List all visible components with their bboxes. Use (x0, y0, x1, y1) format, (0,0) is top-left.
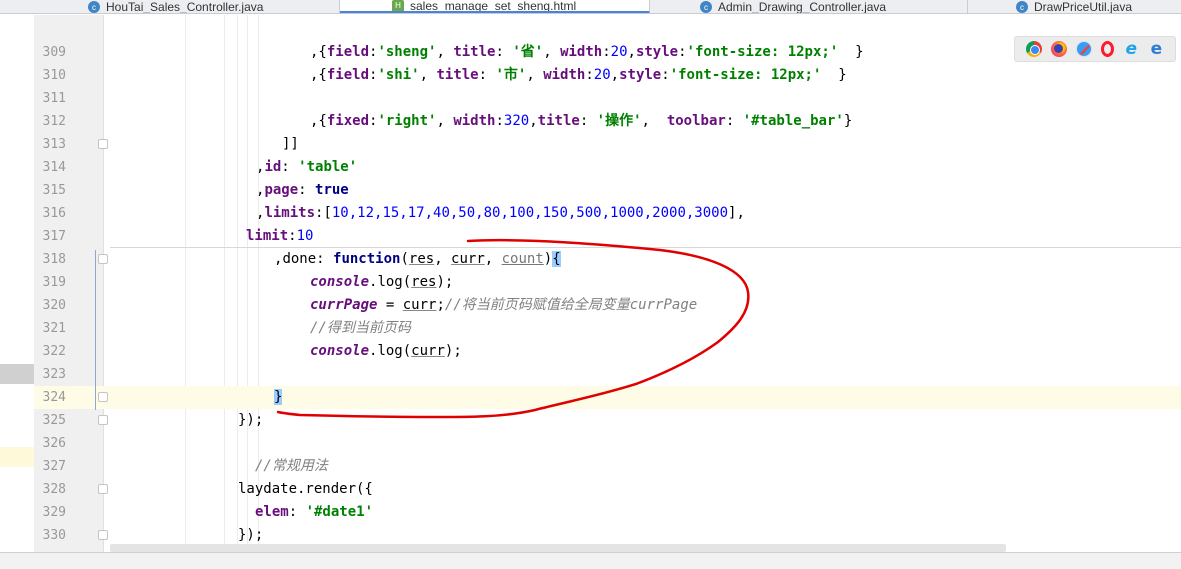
safari-icon[interactable] (1075, 41, 1092, 57)
firefox-icon[interactable] (1050, 41, 1067, 57)
edge-icon[interactable]: e (1148, 41, 1164, 58)
red-annotation-circle (276, 238, 750, 419)
chrome-icon[interactable] (1025, 41, 1042, 57)
ie-icon[interactable]: e (1123, 41, 1139, 58)
status-bar (0, 552, 1181, 569)
horizontal-scrollbar[interactable] (110, 544, 1006, 552)
annotation-stroke (276, 238, 750, 419)
browser-preview-bar: e e (1014, 36, 1176, 62)
opera-icon[interactable] (1101, 41, 1115, 57)
